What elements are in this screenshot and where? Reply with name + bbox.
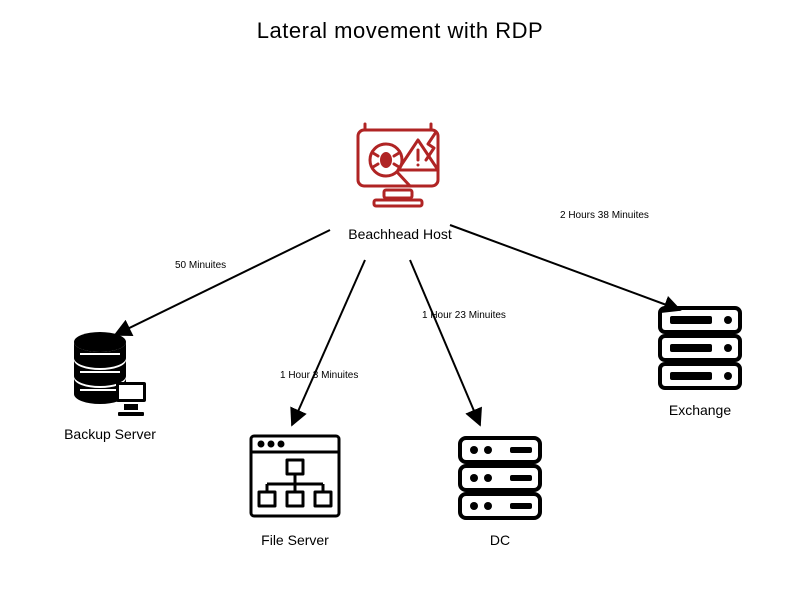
node-dc-label: DC: [440, 532, 560, 548]
node-file: File Server: [230, 430, 360, 548]
fileserver-icon: [245, 430, 345, 526]
edge-time-exchange: 2 Hours 38 Minuites: [560, 210, 649, 221]
node-dc: DC: [440, 430, 560, 548]
diagram-title: Lateral movement with RDP: [0, 18, 800, 44]
edge-time-dc: 1 Hour 23 Minuites: [422, 310, 506, 321]
infected-monitor-icon: [340, 120, 460, 220]
node-exchange: Exchange: [640, 300, 760, 418]
edge-time-file: 1 Hour 3 Minuites: [280, 370, 358, 381]
node-beachhead: Beachhead Host: [330, 120, 470, 242]
exchange-server-icon: [650, 300, 750, 396]
node-file-label: File Server: [230, 532, 360, 548]
database-icon: [62, 330, 158, 420]
node-exchange-label: Exchange: [640, 402, 760, 418]
server-rack-icon: [450, 430, 550, 526]
node-beachhead-label: Beachhead Host: [330, 226, 470, 242]
node-backup: Backup Server: [40, 330, 180, 442]
node-backup-label: Backup Server: [40, 426, 180, 442]
edge-time-backup: 50 Minuites: [175, 260, 226, 271]
